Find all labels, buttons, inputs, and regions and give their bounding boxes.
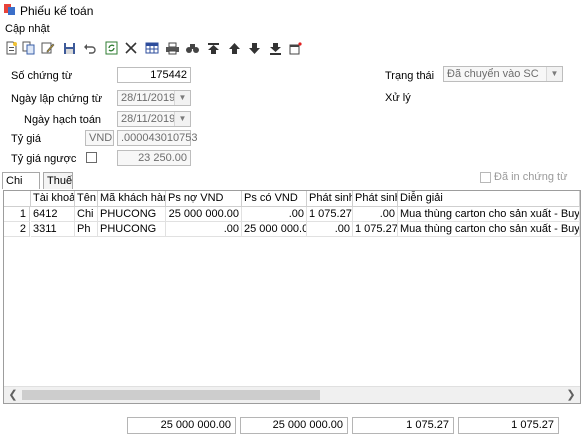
ty-gia-label: Tỷ giá [11,133,41,145]
ngay-hach-toan-label: Ngày hạch toán [24,114,102,126]
new-icon[interactable] [3,40,19,56]
col-header-ma-khach-hang[interactable]: Mã khách hàng [98,191,166,207]
table-cell[interactable]: Mua thùng carton cho sản xuất - Buy [398,222,580,237]
table-cell[interactable]: 3311 [31,222,75,237]
search-icon[interactable] [184,40,200,56]
tab-chi-tiet[interactable]: Chi tiết [2,172,40,203]
refresh-icon[interactable] [103,40,119,56]
ngay-hach-toan-value: 28/11/2019 [121,113,176,125]
col-header-ps-co[interactable]: Ps có VND [242,191,307,207]
so-chung-tu-field[interactable]: 175442 [117,67,191,83]
table-cell[interactable]: .00 [307,222,353,237]
window-title: Phiếu kế toán [20,4,94,18]
ty-gia-field[interactable]: .000043010753 [117,130,197,146]
ngay-lap-label: Ngày lập chứng từ [11,93,103,105]
col-header-phat-sinh-1[interactable]: Phát sinh [307,191,353,207]
trang-thai-select[interactable]: Đã chuyển vào SC ▼ [443,66,563,82]
chevron-down-icon[interactable]: ▼ [546,67,562,81]
ngay-lap-field[interactable]: 28/11/2019 ▼ [117,90,191,106]
total-ps-co: 25 000 000.00 [240,417,348,434]
table-cell[interactable]: 6412 [31,207,75,222]
chevron-down-icon[interactable]: ▼ [174,112,190,126]
delete-icon[interactable] [123,40,139,56]
first-icon[interactable] [205,40,221,56]
col-header-ps-no[interactable]: Ps nợ VND [166,191,242,207]
total-phat-sinh-2: 1 075.27 [458,417,559,434]
ty-gia-nguoc-checkbox[interactable] [86,152,97,163]
previous-icon[interactable] [226,40,242,56]
row-number[interactable]: 2 [4,222,30,237]
row-number[interactable]: 1 [4,207,30,222]
app-icon [4,4,15,15]
tab-thue[interactable]: Thuế [43,172,73,189]
horizontal-scrollbar[interactable]: ❮ ❯ [4,386,580,403]
col-header-ten[interactable]: Tên [75,191,98,207]
table-cell[interactable]: .00 [166,222,242,237]
table-cell[interactable]: Ph [75,222,98,237]
last-icon[interactable] [267,40,283,56]
ngay-lap-value: 28/11/2019 [121,92,176,104]
calculator-icon[interactable] [144,40,160,56]
scroll-left-icon[interactable]: ❮ [5,388,21,402]
undo-icon[interactable] [81,40,97,56]
total-ps-no: 25 000 000.00 [127,417,236,434]
close-form-icon[interactable] [287,40,303,56]
currency-field[interactable]: VND [85,130,114,146]
table-cell[interactable]: 25 000 000.00 [242,222,307,237]
so-chung-tu-label: Số chứng từ [11,70,73,82]
scrollbar-thumb[interactable] [22,390,320,400]
table-cell[interactable]: Chi [75,207,98,222]
menu-bar [0,20,585,38]
grid-corner [4,191,31,207]
total-phat-sinh-1: 1 075.27 [352,417,454,434]
xu-ly-label: Xử lý [385,92,411,104]
copy-icon[interactable] [21,40,37,56]
ty-gia-nguoc-label: Tỷ giá ngược [11,153,77,165]
edit-icon[interactable] [40,40,56,56]
table-cell[interactable]: PHUCONG [98,207,166,222]
save-icon[interactable] [61,40,77,56]
scroll-right-icon[interactable]: ❯ [563,388,579,402]
table-cell[interactable]: .00 [353,207,398,222]
detail-grid: Tài khoả Tên Mã khách hàng Ps nợ VND Ps … [3,190,581,404]
col-header-dien-giai[interactable]: Diễn giải [398,191,580,207]
ty-gia-nguoc-field[interactable]: 23 250.00 [117,150,191,166]
da-in-label: Đã in chứng từ [494,171,568,183]
table-cell[interactable]: PHUCONG [98,222,166,237]
table-cell[interactable]: 1 075.27 [353,222,398,237]
print-icon[interactable] [164,40,180,56]
table-cell[interactable]: .00 [242,207,307,222]
next-icon[interactable] [246,40,262,56]
col-header-tai-khoan[interactable]: Tài khoả [31,191,75,207]
trang-thai-label: Trạng thái [385,70,435,82]
trang-thai-value: Đã chuyển vào SC [447,68,539,80]
menu-cap-nhat[interactable]: Cập nhật [5,23,50,35]
ngay-hach-toan-field[interactable]: 28/11/2019 ▼ [117,111,191,127]
col-header-phat-sinh-2[interactable]: Phát sinh [353,191,398,207]
table-cell[interactable]: Mua thùng carton cho sản xuất - Buy [398,207,580,222]
chevron-down-icon[interactable]: ▼ [174,91,190,105]
table-cell[interactable]: 25 000 000.00 [166,207,242,222]
table-cell[interactable]: 1 075.27 [307,207,353,222]
da-in-checkbox[interactable] [480,172,491,183]
